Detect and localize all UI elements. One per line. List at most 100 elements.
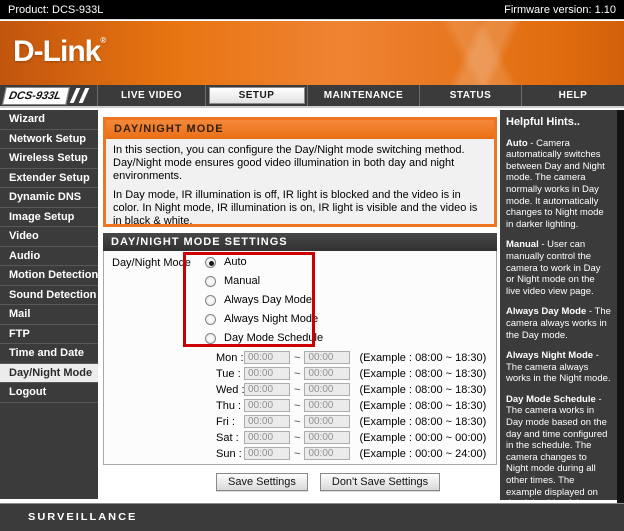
radio-icon [205,314,216,325]
radio-icon [205,295,216,306]
schedule-example: (Example : 08:00 ~ 18:30) [359,352,486,364]
tab-live-video[interactable]: LIVE VIDEO [98,85,205,106]
hint-auto: Auto - Camera automatically switches bet… [506,138,611,231]
radio-label: Day Mode Schedule [224,332,323,344]
daynight-mode-field-label: Day/Night Mode [112,257,191,269]
time-from-input[interactable] [244,399,290,412]
product-label: Product: DCS-933L [8,4,103,16]
tab-maintenance[interactable]: MAINTENANCE [307,85,419,106]
schedule-day-label: Thu : [216,400,244,412]
slash-decoration [79,88,90,103]
main-nav: DCS-933L LIVE VIDEO SETUP MAINTENANCE ST… [0,85,624,108]
sidebar-item-network-setup[interactable]: Network Setup [0,130,98,150]
time-from-input[interactable] [244,351,290,364]
schedule-day-label: Fri : [216,416,244,428]
section-title: DAY/NIGHT MODE SETTINGS [103,233,497,251]
sidebar-item-logout[interactable]: Logout [0,383,98,403]
time-from-input[interactable] [244,447,290,460]
time-to-input[interactable] [304,431,350,444]
radio-icon [205,276,216,287]
tilde-separator: ~ [294,448,300,460]
sidebar-item-audio[interactable]: Audio [0,247,98,267]
sidebar-item-dynamic-dns[interactable]: Dynamic DNS [0,188,98,208]
footer: SURVEILLANCE [0,503,624,531]
tab-help[interactable]: HELP [521,85,624,106]
tilde-separator: ~ [294,352,300,364]
tab-status[interactable]: STATUS [419,85,521,106]
time-from-input[interactable] [244,415,290,428]
dont-save-settings-button[interactable]: Don't Save Settings [320,473,440,491]
schedule-example: (Example : 08:00 ~ 18:30) [359,416,486,428]
time-from-input[interactable] [244,383,290,396]
radio-icon [205,333,216,344]
schedule-day-label: Mon : [216,352,244,364]
time-from-input[interactable] [244,367,290,380]
sidebar-item-ftp[interactable]: FTP [0,325,98,345]
dlink-logo: D-Link® [13,35,106,69]
time-to-input[interactable] [304,367,350,380]
sidebar-item-sound-detection[interactable]: Sound Detection [0,286,98,306]
schedule-row-wed: Wed : ~ (Example : 08:00 ~ 18:30) [216,382,486,397]
device-badge-zone: DCS-933L [0,85,98,106]
helpful-hints-panel: Helpful Hints.. Auto - Camera automatica… [500,110,617,500]
firmware-label: Firmware version: 1.10 [504,4,616,16]
device-model-badge: DCS-933L [2,87,70,105]
sidebar-item-wizard[interactable]: Wizard [0,110,98,130]
sidebar-item-extender-setup[interactable]: Extender Setup [0,169,98,189]
hint-manual: Manual - User can manually control the c… [506,239,611,297]
tilde-separator: ~ [294,368,300,380]
time-to-input[interactable] [304,383,350,396]
surveillance-logo: SURVEILLANCE [28,511,137,522]
radio-label: Auto [224,256,247,268]
sidebar-item-motion-detection[interactable]: Motion Detection [0,266,98,286]
sidebar-item-mail[interactable]: Mail [0,305,98,325]
schedule-row-sun: Sun : ~ (Example : 00:00 ~ 24:00) [216,446,486,461]
tab-setup[interactable]: SETUP [205,85,307,106]
radio-option-always-day-mode[interactable]: Always Day Mode [205,294,323,306]
radio-option-always-night-mode[interactable]: Always Night Mode [205,313,323,325]
schedule-day-label: Sat : [216,432,244,444]
schedule-example: (Example : 08:00 ~ 18:30) [359,400,486,412]
section-title: DAY/NIGHT MODE [106,120,494,139]
hint-always-day-mode: Always Day Mode - The camera always work… [506,306,611,341]
schedule-example: (Example : 00:00 ~ 00:00) [359,432,486,444]
radio-option-day-mode-schedule[interactable]: Day Mode Schedule [205,332,323,344]
main-content: DAY/NIGHT MODE In this section, you can … [103,110,497,503]
sidebar-item-time-and-date[interactable]: Time and Date [0,344,98,364]
radio-label: Manual [224,275,260,287]
sidebar-item-video[interactable]: Video [0,227,98,247]
schedule-row-thu: Thu : ~ (Example : 08:00 ~ 18:30) [216,398,486,413]
time-from-input[interactable] [244,431,290,444]
time-to-input[interactable] [304,351,350,364]
schedule-row-fri: Fri : ~ (Example : 08:00 ~ 18:30) [216,414,486,429]
radio-label: Always Day Mode [224,294,312,306]
sidebar: Wizard Network Setup Wireless Setup Exte… [0,110,98,499]
radio-option-manual[interactable]: Manual [205,275,323,287]
time-to-input[interactable] [304,447,350,460]
time-to-input[interactable] [304,415,350,428]
sidebar-item-image-setup[interactable]: Image Setup [0,208,98,228]
save-settings-button[interactable]: Save Settings [216,473,308,491]
daynight-mode-section: DAY/NIGHT MODE In this section, you can … [103,117,497,227]
tilde-separator: ~ [294,384,300,396]
radio-option-auto[interactable]: Auto [205,256,323,268]
schedule-row-tue: Tue : ~ (Example : 08:00 ~ 18:30) [216,366,486,381]
sidebar-item-day-night-mode[interactable]: Day/Night Mode [0,364,98,384]
schedule-table: Mon : ~ (Example : 08:00 ~ 18:30) Tue : … [216,350,486,462]
titlebar: Product: DCS-933L Firmware version: 1.10 [0,0,624,20]
schedule-example: (Example : 08:00 ~ 18:30) [359,368,486,380]
time-to-input[interactable] [304,399,350,412]
daynight-settings-section: DAY/NIGHT MODE SETTINGS Day/Night Mode A… [103,233,497,465]
description-paragraph: In Day mode, IR illumination is off, IR … [113,189,487,228]
tilde-separator: ~ [294,432,300,444]
schedule-day-label: Wed : [216,384,244,396]
schedule-row-mon: Mon : ~ (Example : 08:00 ~ 18:30) [216,350,486,365]
sidebar-item-wireless-setup[interactable]: Wireless Setup [0,149,98,169]
tilde-separator: ~ [294,416,300,428]
description-paragraph: In this section, you can configure the D… [113,144,487,183]
radio-label: Always Night Mode [224,313,318,325]
schedule-example: (Example : 08:00 ~ 18:30) [359,384,486,396]
mode-radio-group: Auto Manual Always Day Mode Always Night… [205,256,323,351]
radio-selected-icon [205,257,216,268]
schedule-day-label: Tue : [216,368,244,380]
